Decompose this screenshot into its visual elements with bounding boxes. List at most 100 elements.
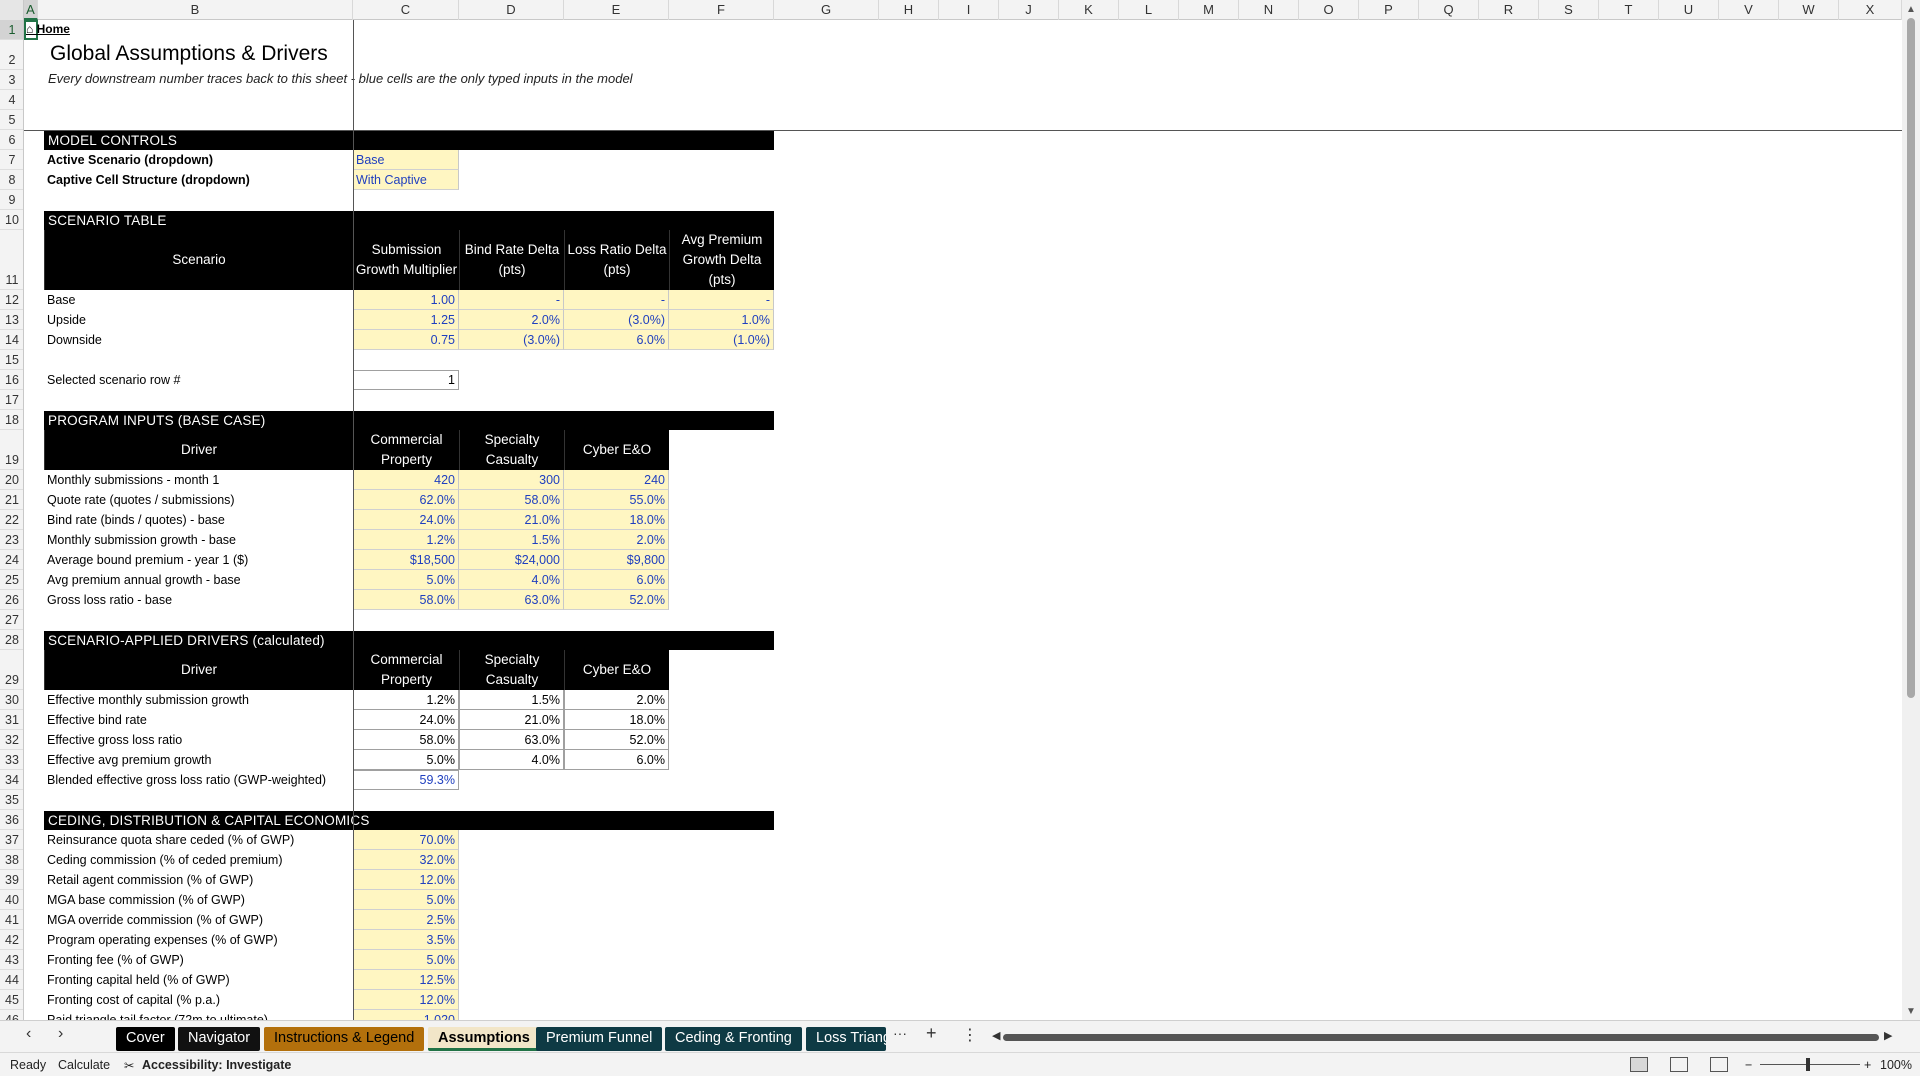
program-input-sc[interactable]: 1.5%: [459, 530, 564, 550]
row-header[interactable]: 34: [0, 770, 23, 790]
program-input-cp[interactable]: 5.0%: [353, 570, 459, 590]
row-header[interactable]: 14: [0, 330, 23, 350]
row-header[interactable]: 28: [0, 630, 23, 650]
row-header[interactable]: 43: [0, 950, 23, 970]
tab-options-icon[interactable]: ⋮: [962, 1025, 978, 1045]
status-accessibility[interactable]: Accessibility: Investigate: [142, 1058, 291, 1072]
row-header[interactable]: 31: [0, 710, 23, 730]
column-header-q[interactable]: Q: [1419, 0, 1479, 20]
row-header[interactable]: 33: [0, 750, 23, 770]
program-input-cy[interactable]: 2.0%: [564, 530, 669, 550]
column-header-x[interactable]: X: [1839, 0, 1902, 20]
column-header-f[interactable]: F: [669, 0, 774, 20]
row-header[interactable]: 13: [0, 310, 23, 330]
row-header[interactable]: 21: [0, 490, 23, 510]
scenario-bind-delta[interactable]: (3.0%): [459, 330, 564, 350]
ceding-value[interactable]: 5.0%: [353, 890, 459, 910]
column-header-v[interactable]: V: [1719, 0, 1779, 20]
active-scenario-dropdown[interactable]: Base: [353, 150, 459, 170]
ceding-value[interactable]: 70.0%: [353, 830, 459, 850]
accessibility-icon[interactable]: ✂: [124, 1058, 134, 1073]
column-header-a[interactable]: A: [24, 0, 38, 20]
scenario-loss-delta[interactable]: -: [564, 290, 669, 310]
blended-loss-ratio-value[interactable]: 59.3%: [353, 770, 459, 790]
row-header[interactable]: 4: [0, 90, 23, 110]
tab-loss-triangle[interactable]: Loss Triang: [806, 1027, 886, 1051]
ceding-value[interactable]: 12.5%: [353, 970, 459, 990]
column-header-h[interactable]: H: [879, 0, 939, 20]
ceding-value[interactable]: 12.0%: [353, 990, 459, 1010]
program-input-sc[interactable]: 63.0%: [459, 590, 564, 610]
select-all-corner[interactable]: [0, 0, 24, 20]
applied-driver-cy[interactable]: 52.0%: [564, 730, 669, 750]
column-header-m[interactable]: M: [1179, 0, 1239, 20]
row-header[interactable]: 25: [0, 570, 23, 590]
row-header[interactable]: 35: [0, 790, 23, 810]
zoom-in-icon[interactable]: +: [1864, 1058, 1871, 1072]
row-header[interactable]: 6: [0, 130, 23, 150]
row-header[interactable]: 44: [0, 970, 23, 990]
row-header[interactable]: 12: [0, 290, 23, 310]
scenario-premium-delta[interactable]: 1.0%: [669, 310, 774, 330]
row-header[interactable]: 29: [0, 650, 23, 690]
normal-view-icon[interactable]: [1630, 1057, 1648, 1072]
program-input-cp[interactable]: 58.0%: [353, 590, 459, 610]
row-header[interactable]: 40: [0, 890, 23, 910]
status-calculate[interactable]: Calculate: [58, 1058, 110, 1072]
ceding-value[interactable]: 5.0%: [353, 950, 459, 970]
zoom-slider-knob[interactable]: [1806, 1058, 1810, 1071]
row-header[interactable]: 17: [0, 390, 23, 410]
scenario-bind-delta[interactable]: -: [459, 290, 564, 310]
applied-driver-cp[interactable]: 58.0%: [353, 730, 459, 750]
row-header[interactable]: 5: [0, 110, 23, 130]
row-header[interactable]: 41: [0, 910, 23, 930]
worksheet-grid[interactable]: ⌂ Home Global Assumptions & Drivers Ever…: [24, 20, 1902, 1020]
row-header[interactable]: 26: [0, 590, 23, 610]
column-header-o[interactable]: O: [1299, 0, 1359, 20]
zoom-out-icon[interactable]: −: [1745, 1058, 1752, 1072]
zoom-slider[interactable]: [1760, 1064, 1860, 1065]
applied-driver-cy[interactable]: 6.0%: [564, 750, 669, 770]
program-input-cp[interactable]: $18,500: [353, 550, 459, 570]
ceding-value[interactable]: 3.5%: [353, 930, 459, 950]
column-header-u[interactable]: U: [1659, 0, 1719, 20]
scenario-bind-delta[interactable]: 2.0%: [459, 310, 564, 330]
row-header[interactable]: 46: [0, 1010, 23, 1020]
program-input-sc[interactable]: $24,000: [459, 550, 564, 570]
tab-assumptions[interactable]: Assumptions: [428, 1027, 540, 1051]
horizontal-scroll-thumb[interactable]: [1003, 1034, 1879, 1041]
row-header[interactable]: 30: [0, 690, 23, 710]
row-header[interactable]: 23: [0, 530, 23, 550]
program-input-sc[interactable]: 4.0%: [459, 570, 564, 590]
applied-driver-sc[interactable]: 4.0%: [459, 750, 564, 770]
row-header[interactable]: 3: [0, 70, 23, 90]
row-header[interactable]: 32: [0, 730, 23, 750]
column-header-r[interactable]: R: [1479, 0, 1539, 20]
row-header[interactable]: 45: [0, 990, 23, 1010]
applied-driver-cp[interactable]: 1.2%: [353, 690, 459, 710]
zoom-level[interactable]: 100%: [1880, 1058, 1912, 1072]
program-input-sc[interactable]: 300: [459, 470, 564, 490]
scenario-loss-delta[interactable]: (3.0%): [564, 310, 669, 330]
program-input-cy[interactable]: 55.0%: [564, 490, 669, 510]
row-header[interactable]: 42: [0, 930, 23, 950]
column-header-t[interactable]: T: [1599, 0, 1659, 20]
scenario-premium-delta[interactable]: (1.0%): [669, 330, 774, 350]
tab-instructions[interactable]: Instructions & Legend: [264, 1027, 425, 1051]
program-input-sc[interactable]: 21.0%: [459, 510, 564, 530]
home-link[interactable]: ⌂ Home: [26, 22, 70, 36]
scenario-submission-multiplier[interactable]: 0.75: [353, 330, 459, 350]
program-input-cp[interactable]: 420: [353, 470, 459, 490]
captive-structure-dropdown[interactable]: With Captive: [353, 170, 459, 190]
page-layout-view-icon[interactable]: [1670, 1057, 1688, 1072]
row-header[interactable]: 38: [0, 850, 23, 870]
row-header[interactable]: 1: [0, 20, 23, 40]
row-header[interactable]: 36: [0, 810, 23, 830]
hscroll-right-icon[interactable]: ▶: [1884, 1029, 1892, 1042]
applied-driver-sc[interactable]: 63.0%: [459, 730, 564, 750]
row-header[interactable]: 7: [0, 150, 23, 170]
column-header-e[interactable]: E: [564, 0, 669, 20]
program-input-cy[interactable]: 240: [564, 470, 669, 490]
row-header[interactable]: 27: [0, 610, 23, 630]
tab-cover[interactable]: Cover: [116, 1027, 175, 1051]
